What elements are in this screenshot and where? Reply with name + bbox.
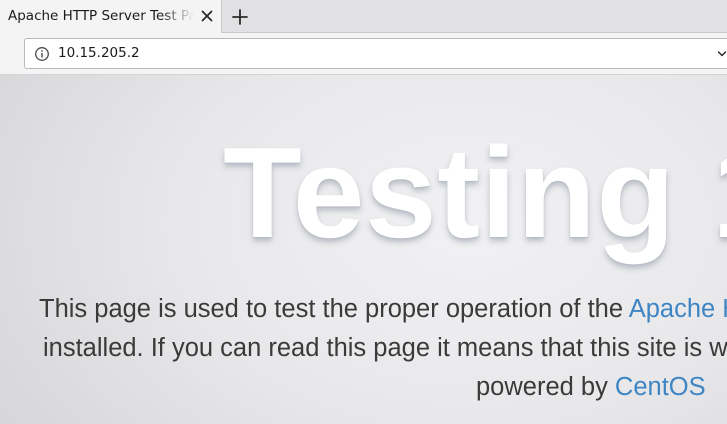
lead-text-3: powered by [476,373,615,401]
page-content: Testing 1 2 3... This page is used to te… [0,75,727,424]
tab-bar: Apache HTTP Server Test Page powered by … [0,0,727,33]
lead-line-2: installed. If you can read this page it … [43,334,727,362]
new-tab-plus-icon[interactable] [229,6,251,28]
url-bar[interactable]: 10.15.205.2 [24,38,727,69]
chevron-down-icon[interactable] [717,49,727,59]
lead-text-1: This page is used to test the proper ope… [39,295,629,323]
browser-window: Apache HTTP Server Test Page powered by … [0,0,727,424]
navigation-toolbar: 10.15.205.2 [0,33,727,75]
close-tab-icon[interactable] [200,9,214,23]
info-icon[interactable] [34,46,50,62]
apache-link[interactable]: Apache HTTP server [629,295,727,323]
lead-line-1: This page is used to test the proper ope… [39,290,727,329]
url-text[interactable]: 10.15.205.2 [58,45,140,61]
page-heading: Testing 1 2 3... [223,121,727,265]
lead-line-3: powered by CentOS [476,368,727,407]
tab-active[interactable]: Apache HTTP Server Test Page powered by … [0,0,222,33]
tab-title: Apache HTTP Server Test Page powered by … [8,8,194,24]
centos-link[interactable]: CentOS [615,373,706,401]
lead-paragraph: This page is used to test the proper ope… [36,290,727,407]
